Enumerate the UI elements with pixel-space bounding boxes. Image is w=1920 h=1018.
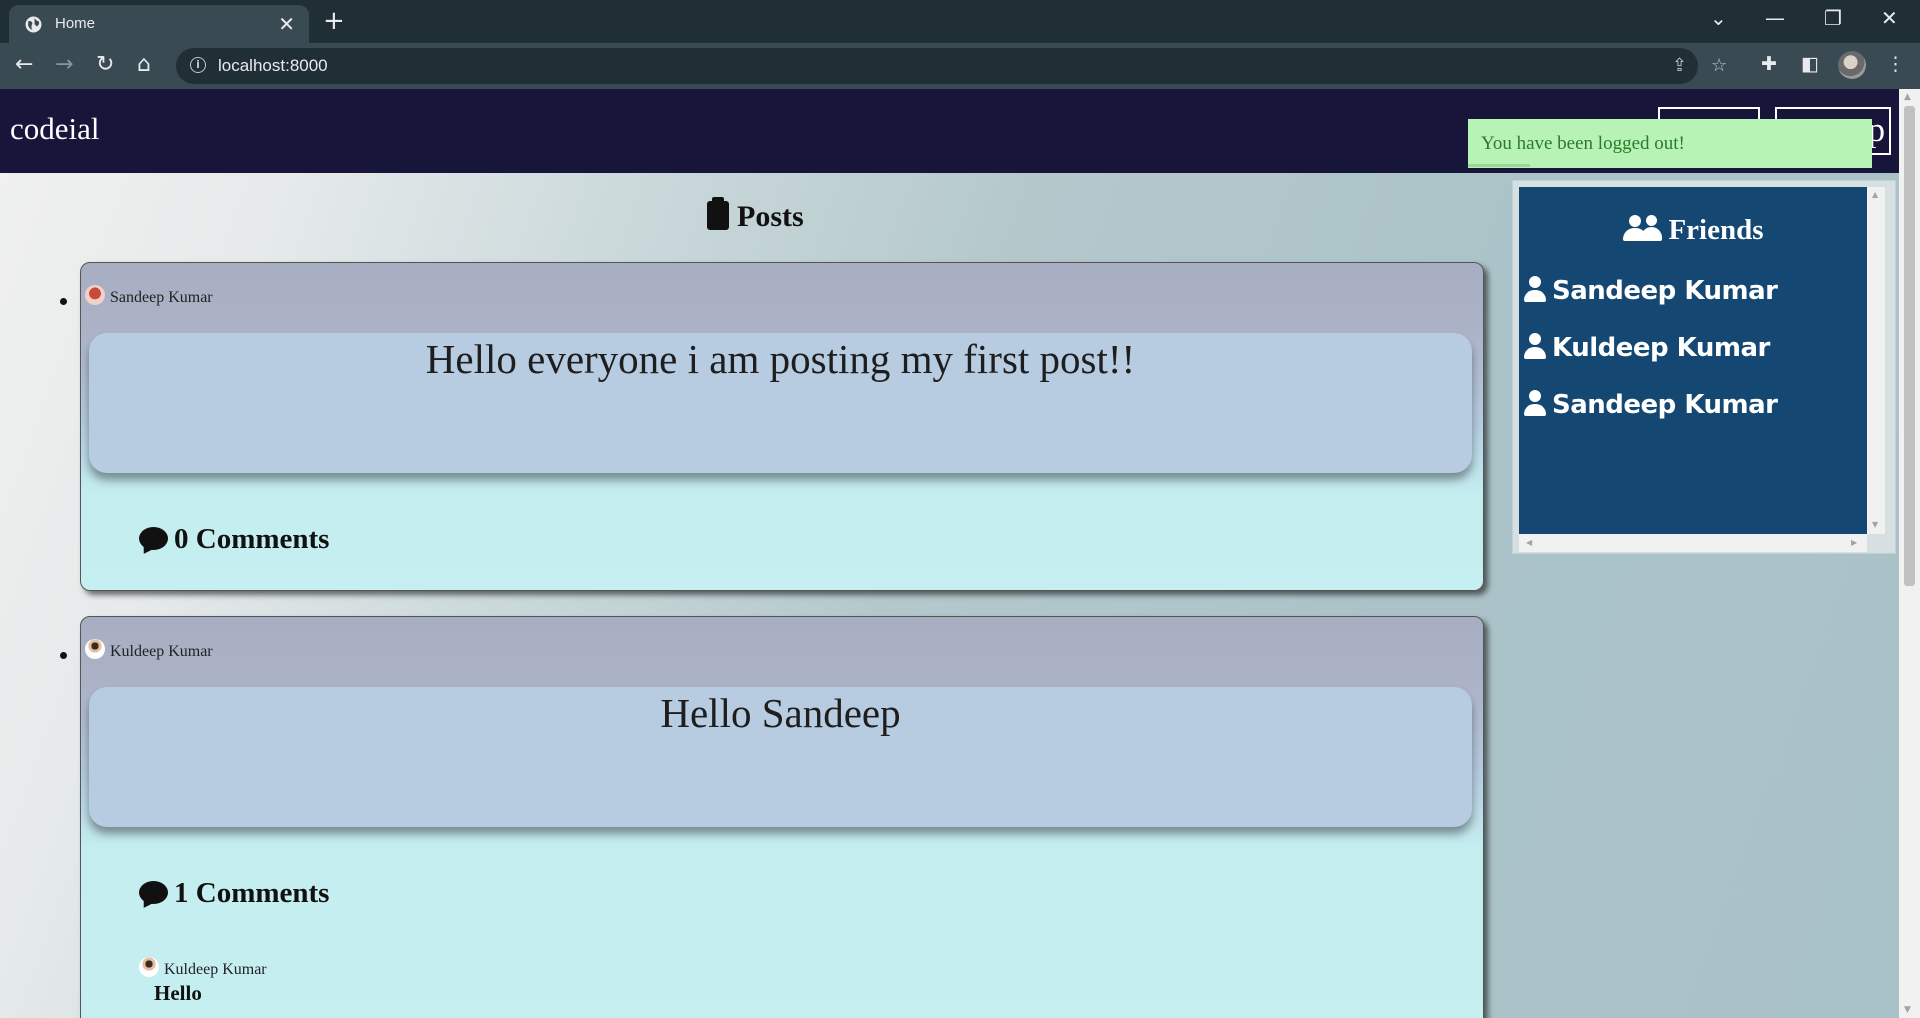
avatar (139, 957, 159, 977)
flash-progress-bar (1468, 164, 1530, 167)
profile-avatar[interactable] (1838, 51, 1866, 79)
user-icon (1524, 276, 1546, 302)
clipboard-icon (707, 197, 729, 230)
tab-title: Home (55, 15, 96, 32)
user-icon (1524, 333, 1546, 359)
comment-bubble-icon (139, 527, 168, 550)
tab-search-chevron-icon[interactable]: ⌄ (1710, 6, 1727, 30)
browser-tab-strip: Home ✕ + ⌄ — ❐ ✕ (0, 0, 1920, 43)
comments-count: 0 Comments (174, 523, 330, 555)
comment-text: Hello (154, 981, 202, 1005)
back-arrow-icon[interactable]: ← (15, 52, 33, 78)
browser-toolbar: ← → ↻ ⌂ i localhost:8000 ⇪ ☆ ✚ ◧ ⋮ (0, 43, 1920, 89)
brand-logo[interactable]: codeial (10, 111, 100, 147)
post-author: Sandeep Kumar (85, 285, 213, 307)
friend-item[interactable]: Sandeep Kumar (1524, 390, 1778, 420)
comment-author-name[interactable]: Kuldeep Kumar (164, 961, 267, 978)
user-icon (1524, 390, 1546, 416)
users-icon (1622, 215, 1663, 241)
scroll-right-arrow-icon[interactable]: ▶ (1851, 538, 1857, 547)
scroll-left-arrow-icon[interactable]: ◀ (1526, 538, 1532, 547)
friends-section: Friends Sandeep Kumar Kuldeep Kumar Sand… (1512, 180, 1896, 554)
new-tab-button[interactable]: + (323, 6, 345, 36)
minimize-button[interactable]: — (1765, 6, 1785, 30)
site-header: codeial p You have been logged out! (0, 89, 1899, 173)
post-content: Hello Sandeep (660, 690, 901, 736)
restore-button[interactable]: ❐ (1824, 6, 1842, 30)
comments-count: 1 Comments (174, 877, 330, 909)
comment-bubble-icon (139, 881, 168, 904)
post-author-name[interactable]: Sandeep Kumar (110, 289, 213, 306)
page-scrollbar[interactable]: ▲ ▼ (1899, 89, 1920, 1018)
address-bar[interactable]: i localhost:8000 ⇪ ☆ (176, 48, 1727, 84)
friend-name[interactable]: Sandeep Kumar (1552, 390, 1778, 420)
comments-heading: 0 Comments (139, 523, 329, 556)
post-content: Hello everyone i am posting my first pos… (425, 336, 1136, 382)
extensions-puzzle-icon[interactable]: ✚ (1761, 53, 1777, 75)
avatar (85, 639, 105, 659)
globe-icon (25, 16, 42, 33)
bookmark-star-icon[interactable]: ☆ (1711, 55, 1727, 76)
list-bullet (60, 298, 67, 305)
share-icon[interactable]: ⇪ (1672, 55, 1687, 76)
flash-message: You have been logged out! (1481, 133, 1685, 154)
friend-name[interactable]: Sandeep Kumar (1552, 276, 1778, 306)
posts-heading-text: Posts (737, 200, 804, 233)
forward-arrow-icon[interactable]: → (55, 52, 73, 78)
post-card: Kuldeep Kumar Hello Sandeep 1 Comments K… (80, 616, 1484, 1018)
url-text[interactable]: localhost:8000 (218, 56, 328, 76)
tab-close-icon[interactable]: ✕ (278, 12, 295, 36)
reload-icon[interactable]: ↻ (96, 52, 114, 78)
comment-author: Kuldeep Kumar (139, 957, 267, 979)
post-author-name[interactable]: Kuldeep Kumar (110, 643, 213, 660)
scroll-down-arrow-icon[interactable]: ▼ (1872, 520, 1878, 529)
friend-name[interactable]: Kuldeep Kumar (1552, 333, 1770, 363)
menu-kebab-icon[interactable]: ⋮ (1886, 53, 1905, 75)
friends-horizontal-scrollbar[interactable]: ◀ ▶ (1519, 534, 1867, 552)
home-icon[interactable]: ⌂ (137, 52, 151, 78)
scrollbar-thumb[interactable] (1904, 106, 1915, 586)
comments-heading: 1 Comments (139, 877, 329, 910)
friend-item[interactable]: Kuldeep Kumar (1524, 333, 1770, 363)
list-bullet (60, 652, 67, 659)
scroll-down-arrow-icon[interactable]: ▼ (1904, 1005, 1911, 1015)
posts-heading: Posts (707, 197, 804, 234)
post-card: Sandeep Kumar Hello everyone i am postin… (80, 262, 1484, 591)
flash-notification: You have been logged out! (1468, 119, 1872, 168)
friend-item[interactable]: Sandeep Kumar (1524, 276, 1778, 306)
friends-vertical-scrollbar[interactable]: ▲ ▼ (1867, 187, 1885, 534)
post-content-box: Hello everyone i am posting my first pos… (89, 333, 1472, 473)
friends-panel: Friends Sandeep Kumar Kuldeep Kumar Sand… (1519, 187, 1867, 534)
site-info-icon[interactable]: i (190, 57, 206, 73)
friends-heading-text: Friends (1668, 214, 1764, 246)
post-author: Kuldeep Kumar (85, 639, 213, 661)
post-content-box: Hello Sandeep (89, 687, 1472, 827)
friends-heading: Friends (1519, 214, 1867, 247)
side-panel-icon[interactable]: ◧ (1801, 53, 1819, 75)
avatar (85, 285, 105, 305)
close-window-button[interactable]: ✕ (1881, 6, 1898, 30)
page-viewport: codeial p You have been logged out! Post… (0, 89, 1899, 1018)
comment-item: Kuldeep Kumar Hello (139, 957, 267, 1006)
browser-tab[interactable]: Home ✕ (9, 5, 309, 43)
scroll-up-arrow-icon[interactable]: ▲ (1872, 190, 1878, 199)
scroll-up-arrow-icon[interactable]: ▲ (1904, 92, 1911, 102)
